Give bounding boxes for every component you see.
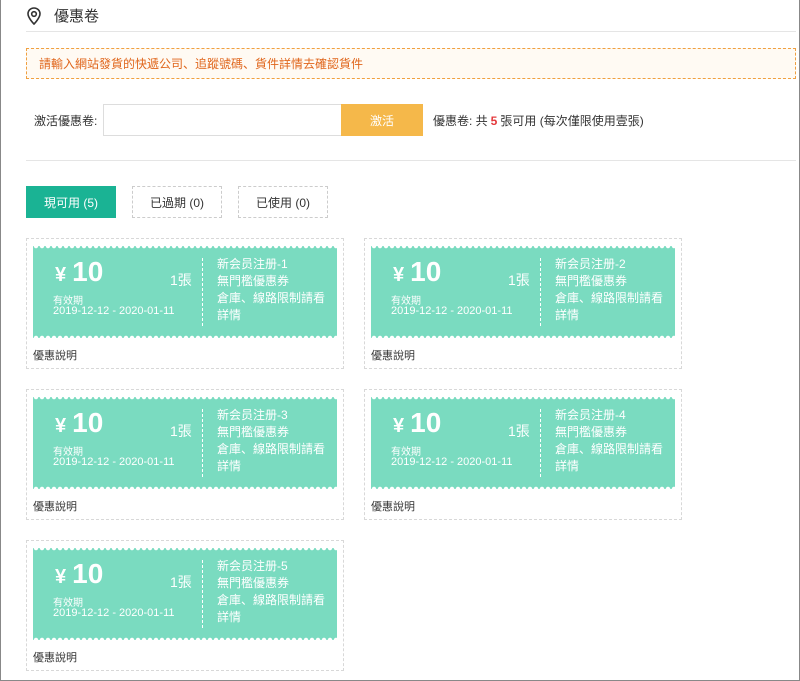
- amount-value: 10: [410, 407, 442, 438]
- valid-range: 2019-12-12 - 2020-01-11: [53, 305, 175, 317]
- valid-range: 2019-12-12 - 2020-01-11: [53, 456, 175, 468]
- ticket-edge: [33, 246, 337, 250]
- coupon-summary: 優惠卷: 共 5 張可用 (每次僅限使用壹張): [433, 112, 644, 129]
- coupon-quantity: 1張: [170, 423, 192, 439]
- coupon-name: 新会员注册-2: [555, 257, 626, 271]
- coupon-description-link[interactable]: 優惠說明: [33, 347, 77, 363]
- tab-expired[interactable]: 已過期 (0): [132, 186, 222, 218]
- ticket-edge: [371, 334, 675, 338]
- coupon-type: 無門檻優惠券: [217, 425, 290, 439]
- coupon-card[interactable]: ¥10 1張 有效期 2019-12-12 - 2020-01-11 新会员注册…: [364, 238, 682, 369]
- coupon-type: 無門檻優惠券: [555, 425, 628, 439]
- currency-symbol: ¥: [55, 264, 67, 286]
- coupon-card[interactable]: ¥10 1張 有效期 2019-12-12 - 2020-01-11 新会员注册…: [26, 238, 344, 369]
- coupon-ticket: ¥10 1張 有效期 2019-12-12 - 2020-01-11 新会员注册…: [371, 246, 675, 338]
- valid-range: 2019-12-12 - 2020-01-11: [53, 607, 175, 619]
- coupon-description-link[interactable]: 優惠說明: [33, 649, 77, 665]
- coupon-amount: ¥10: [55, 256, 103, 288]
- ticket-divider: [202, 258, 203, 326]
- coupon-ticket: ¥10 1張 有效期 2019-12-12 - 2020-01-11 新会员注册…: [33, 548, 337, 640]
- coupon-info: 新会员注册-4 無門檻優惠券 倉庫、線路限制請看詳情: [555, 407, 673, 475]
- ticket-edge: [33, 548, 337, 552]
- ticket-edge: [33, 334, 337, 338]
- coupon-ticket: ¥10 1張 有效期 2019-12-12 - 2020-01-11 新会员注册…: [371, 397, 675, 489]
- coupon-amount: ¥10: [55, 407, 103, 439]
- ticket-edge: [33, 485, 337, 489]
- ticket-divider: [202, 409, 203, 477]
- amount-value: 10: [410, 256, 442, 287]
- coupon-restriction: 倉庫、線路限制請看詳情: [217, 291, 326, 322]
- ticket-edge: [33, 636, 337, 640]
- coupon-description-link[interactable]: 優惠說明: [371, 498, 415, 514]
- coupon-status-tabs: 現可用 (5) 已過期 (0) 已使用 (0): [26, 186, 344, 218]
- coupon-name: 新会员注册-1: [217, 257, 288, 271]
- page-title: 優惠卷: [54, 8, 100, 25]
- coupon-type: 無門檻優惠券: [555, 274, 628, 288]
- coupon-info: 新会员注册-2 無門檻優惠券 倉庫、線路限制請看詳情: [555, 256, 673, 324]
- coupon-restriction: 倉庫、線路限制請看詳情: [555, 291, 664, 322]
- coupon-amount: ¥10: [393, 256, 441, 288]
- summary-suffix: 張可用 (每次僅限使用壹張): [500, 113, 644, 128]
- tab-available[interactable]: 現可用 (5): [26, 186, 116, 218]
- ticket-edge: [371, 397, 675, 401]
- amount-value: 10: [72, 558, 104, 589]
- coupon-amount: ¥10: [55, 558, 103, 590]
- ticket-edge: [33, 397, 337, 401]
- coupon-quantity: 1張: [508, 423, 530, 439]
- coupon-quantity: 1張: [508, 272, 530, 288]
- coupon-card[interactable]: ¥10 1張 有效期 2019-12-12 - 2020-01-11 新会员注册…: [26, 540, 344, 671]
- coupon-name: 新会员注册-5: [217, 559, 288, 573]
- amount-value: 10: [72, 256, 104, 287]
- ticket-divider: [202, 560, 203, 628]
- coupon-description-link[interactable]: 優惠說明: [371, 347, 415, 363]
- activate-label: 激活優惠卷:: [34, 113, 98, 128]
- ticket-edge: [371, 246, 675, 250]
- section-divider: [26, 160, 796, 161]
- coupon-amount: ¥10: [393, 407, 441, 439]
- coupon-card[interactable]: ¥10 1張 有效期 2019-12-12 - 2020-01-11 新会员注册…: [26, 389, 344, 520]
- coupon-type: 無門檻優惠券: [217, 576, 290, 590]
- ticket-divider: [540, 409, 541, 477]
- ticket-divider: [540, 258, 541, 326]
- coupon-info: 新会员注册-5 無門檻優惠券 倉庫、線路限制請看詳情: [217, 558, 335, 626]
- coupon-info: 新会员注册-1 無門檻優惠券 倉庫、線路限制請看詳情: [217, 256, 335, 324]
- coupon-card[interactable]: ¥10 1張 有效期 2019-12-12 - 2020-01-11 新会员注册…: [364, 389, 682, 520]
- coupon-ticket: ¥10 1張 有效期 2019-12-12 - 2020-01-11 新会员注册…: [33, 397, 337, 489]
- summary-prefix: 優惠卷: 共: [433, 113, 488, 128]
- coupon-type: 無門檻優惠券: [217, 274, 290, 288]
- coupon-name: 新会员注册-3: [217, 408, 288, 422]
- coupon-restriction: 倉庫、線路限制請看詳情: [217, 442, 326, 473]
- coupon-restriction: 倉庫、線路限制請看詳情: [217, 593, 326, 624]
- coupon-info: 新会员注册-3 無門檻優惠券 倉庫、線路限制請看詳情: [217, 407, 335, 475]
- coupon-quantity: 1張: [170, 272, 192, 288]
- valid-range: 2019-12-12 - 2020-01-11: [391, 305, 513, 317]
- notice-text: 請輸入網站發貨的快遞公司、追蹤號碼、貨件詳情去確認貨件: [39, 57, 364, 71]
- coupon-name: 新会员注册-4: [555, 408, 626, 422]
- notice-banner: 請輸入網站發貨的快遞公司、追蹤號碼、貨件詳情去確認貨件: [26, 48, 796, 79]
- coupon-description-link[interactable]: 優惠說明: [33, 498, 77, 514]
- ticket-edge: [371, 485, 675, 489]
- tab-used[interactable]: 已使用 (0): [238, 186, 328, 218]
- activate-button[interactable]: 激活: [341, 104, 423, 136]
- location-pin-icon: [26, 6, 42, 25]
- summary-count: 5: [490, 113, 498, 128]
- valid-range: 2019-12-12 - 2020-01-11: [391, 456, 513, 468]
- currency-symbol: ¥: [393, 264, 405, 286]
- currency-symbol: ¥: [55, 566, 67, 588]
- coupon-restriction: 倉庫、線路限制請看詳情: [555, 442, 664, 473]
- coupon-quantity: 1張: [170, 574, 192, 590]
- currency-symbol: ¥: [393, 415, 405, 437]
- coupon-ticket: ¥10 1張 有效期 2019-12-12 - 2020-01-11 新会员注册…: [33, 246, 337, 338]
- currency-symbol: ¥: [55, 415, 67, 437]
- activate-coupon-row: 激活優惠卷: 激活 優惠卷: 共 5 張可用 (每次僅限使用壹張): [26, 104, 796, 136]
- amount-value: 10: [72, 407, 104, 438]
- coupon-code-input[interactable]: [103, 104, 341, 136]
- page-header: 優惠卷: [26, 0, 796, 32]
